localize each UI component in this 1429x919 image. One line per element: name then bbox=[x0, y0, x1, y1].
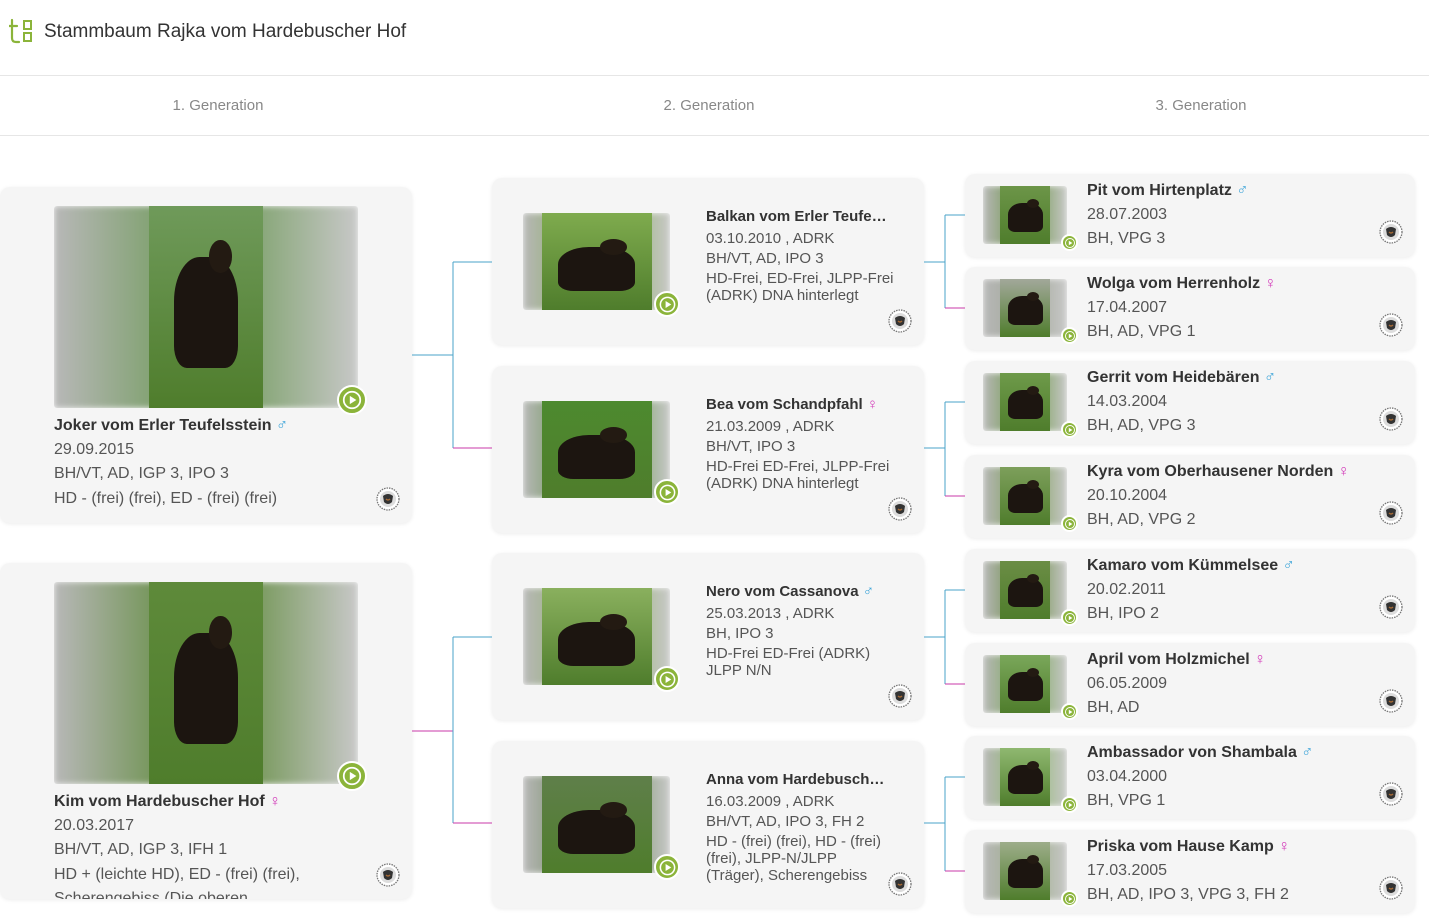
connector-sire-line bbox=[924, 776, 965, 871]
connector-sire-line bbox=[924, 589, 965, 684]
connector-sire-line bbox=[412, 261, 492, 448]
pedigree-connector-lines bbox=[412, 214, 965, 872]
connector-sire-line bbox=[924, 401, 965, 496]
connector-sire-line bbox=[452, 636, 492, 823]
connector-sire-line bbox=[924, 214, 965, 308]
